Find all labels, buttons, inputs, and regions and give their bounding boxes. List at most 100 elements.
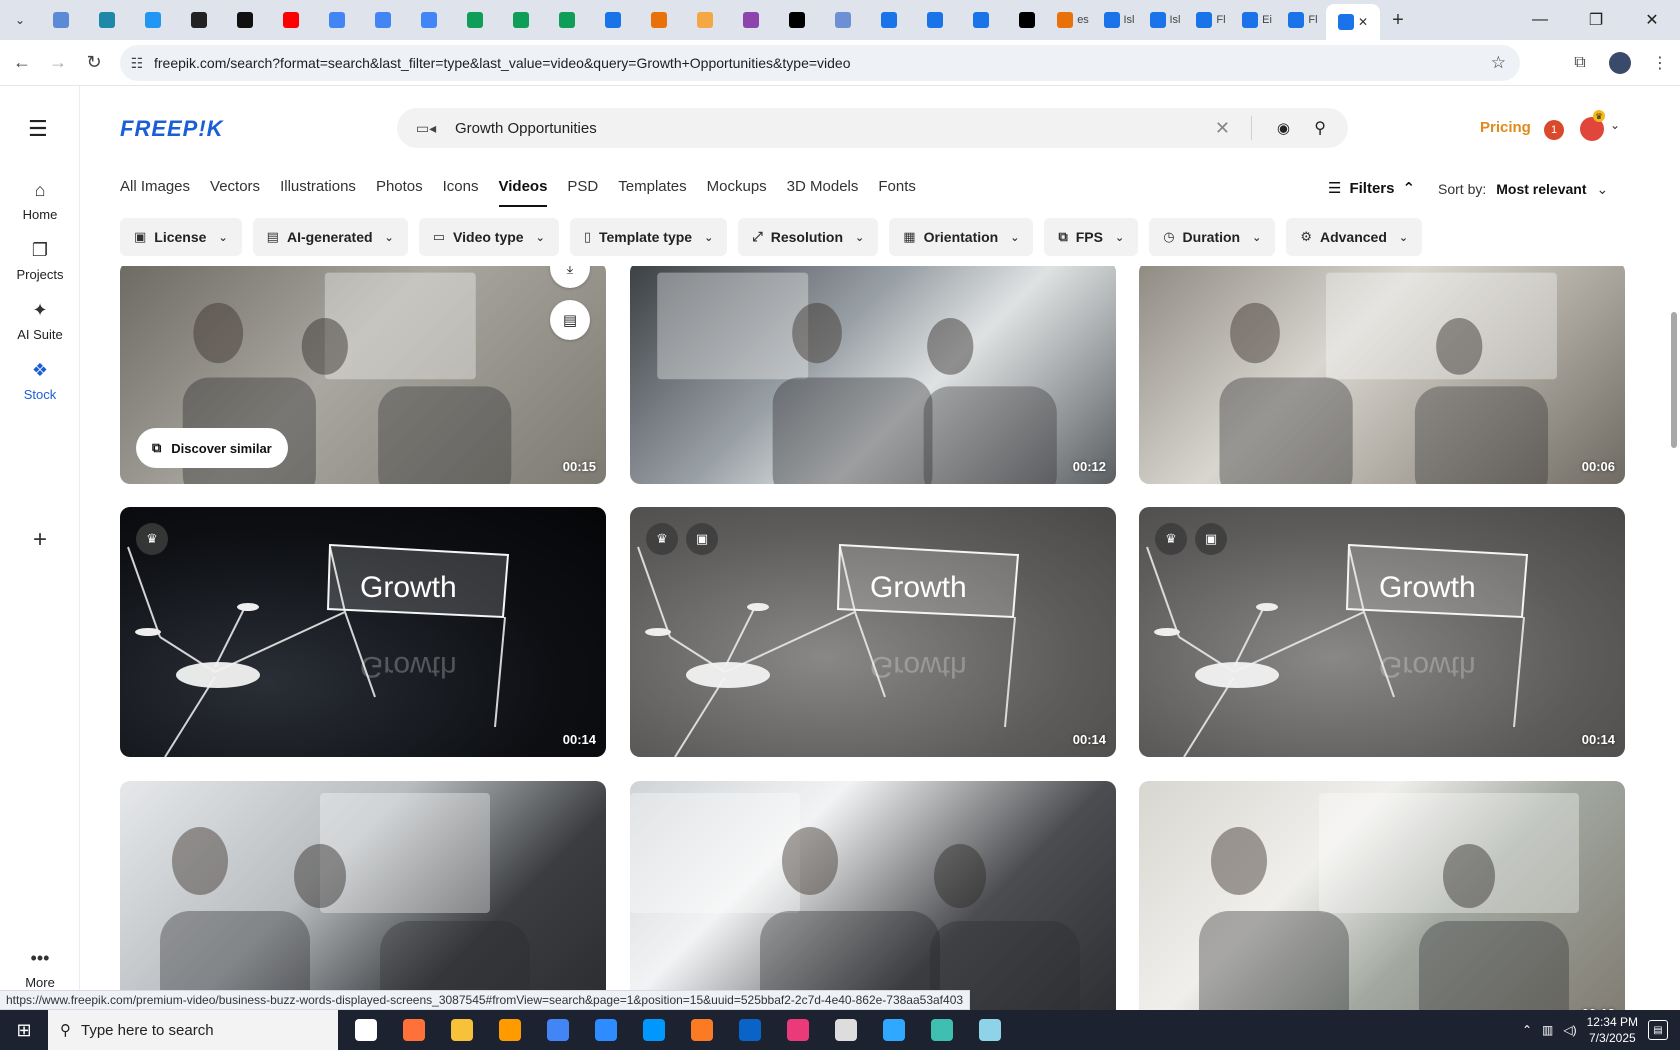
notifications-icon[interactable]: ▤	[1648, 1020, 1668, 1040]
creative-cloud-icon[interactable]	[774, 1010, 822, 1050]
tab-search-chevron-icon[interactable]: ⌄	[6, 6, 34, 34]
filter-duration[interactable]: ◷ Duration ⌄	[1149, 218, 1276, 256]
premium-crown-icon[interactable]: ♛	[646, 523, 678, 555]
browser-tab[interactable]	[130, 4, 176, 36]
windows-start-icon[interactable]: ⊞	[0, 1010, 48, 1050]
minimize-icon[interactable]: —	[1512, 0, 1568, 40]
filter-license[interactable]: ▣ License ⌄	[120, 218, 242, 256]
tab-videos[interactable]: Videos	[498, 178, 548, 207]
tab-fonts[interactable]: Fonts	[878, 178, 916, 207]
search-icon[interactable]: ⚲	[1314, 118, 1326, 138]
page-scrollbar[interactable]	[1668, 86, 1680, 998]
browser-tab[interactable]	[498, 4, 544, 36]
premium-crown-icon[interactable]: ♛	[136, 523, 168, 555]
rail-item-projects[interactable]: ❐ Projects	[0, 240, 80, 282]
tab-illustrations[interactable]: Illustrations	[280, 178, 356, 207]
video-result-card[interactable]: 00:12	[630, 266, 1116, 484]
browser-tab[interactable]	[452, 4, 498, 36]
back-icon[interactable]: ←	[4, 45, 40, 81]
browser-tab[interactable]	[636, 4, 682, 36]
filter-fps[interactable]: ⧉ FPS ⌄	[1044, 218, 1139, 256]
vscode-icon[interactable]	[630, 1010, 678, 1050]
outlook-icon[interactable]	[726, 1010, 774, 1050]
filter-ai-generated[interactable]: ▤ AI-generated ⌄	[252, 218, 408, 256]
clock[interactable]: 12:34 PM 7/3/2025	[1587, 1014, 1638, 1046]
extensions-icon[interactable]: ⧉	[1560, 54, 1600, 72]
tab-mockups[interactable]: Mockups	[707, 178, 767, 207]
ai-generated-icon[interactable]: ▣	[1195, 523, 1227, 555]
browser-tab[interactable]: Isl	[1096, 4, 1142, 36]
browser-tab[interactable]	[912, 4, 958, 36]
task-view-icon[interactable]	[342, 1010, 390, 1050]
filter-resolution[interactable]: ⤢ Resolution ⌄	[738, 218, 879, 256]
tab-templates[interactable]: Templates	[618, 178, 686, 207]
omnibox[interactable]: ☷ freepik.com/search?format=search&last_…	[120, 45, 1520, 81]
browser-tab[interactable]	[590, 4, 636, 36]
search-bar[interactable]: ▭◂ Growth Opportunities ✕ ◉ ⚲	[397, 108, 1348, 148]
video-result-card[interactable]: 00:06	[1139, 266, 1625, 484]
firefox-icon[interactable]	[390, 1010, 438, 1050]
tab-psd[interactable]: PSD	[567, 178, 598, 207]
photoshop-icon[interactable]	[870, 1010, 918, 1050]
file-explorer-icon[interactable]	[438, 1010, 486, 1050]
filter-advanced[interactable]: ⚙ Advanced ⌄	[1286, 218, 1423, 256]
browser-tab[interactable]	[728, 4, 774, 36]
zoom-icon[interactable]	[582, 1010, 630, 1050]
discover-similar-button[interactable]: ⧉ Discover similar	[136, 428, 288, 468]
bookmark-star-icon[interactable]: ☆	[1491, 53, 1506, 73]
clear-search-icon[interactable]: ✕	[1215, 118, 1230, 139]
hamburger-menu-icon[interactable]: ☰	[28, 116, 48, 142]
browser-tab[interactable]	[268, 4, 314, 36]
browser-tab[interactable]	[38, 4, 84, 36]
taskbar-search[interactable]: ⚲ Type here to search	[48, 1010, 338, 1050]
maximize-icon[interactable]: ❐	[1568, 0, 1624, 40]
volume-icon[interactable]: ◁)	[1563, 1023, 1576, 1037]
notification-badge[interactable]: 1	[1544, 120, 1564, 140]
app-icon[interactable]	[918, 1010, 966, 1050]
tab-all-images[interactable]: All Images	[120, 178, 190, 207]
browser-tab[interactable]: Isl	[1142, 4, 1188, 36]
forward-icon[interactable]: →	[40, 45, 76, 81]
xampp-icon[interactable]	[678, 1010, 726, 1050]
tab-icons[interactable]: Icons	[443, 178, 479, 207]
scrollbar-thumb[interactable]	[1671, 312, 1677, 448]
tab-photos[interactable]: Photos	[376, 178, 423, 207]
rail-item-more[interactable]: ••• More	[0, 948, 80, 990]
browser-tab[interactable]	[544, 4, 590, 36]
video-result-card[interactable]: Growth Growth ♛ ▣ 00:14	[1139, 507, 1625, 757]
chrome-icon[interactable]	[534, 1010, 582, 1050]
close-tab-icon[interactable]: ✕	[1358, 15, 1368, 29]
browser-tab[interactable]	[682, 4, 728, 36]
browser-tab[interactable]	[958, 4, 1004, 36]
close-window-icon[interactable]: ✕	[1624, 0, 1680, 40]
browser-tab[interactable]	[406, 4, 452, 36]
tray-chevron-icon[interactable]: ⌃	[1522, 1023, 1532, 1037]
freepik-logo[interactable]: FREEP!K	[120, 116, 224, 142]
illustrator-icon[interactable]	[486, 1010, 534, 1050]
filters-toggle-button[interactable]: ☰ Filters ⌃	[1328, 179, 1415, 198]
sort-dropdown[interactable]: Sort by: Most relevant ⌄	[1438, 181, 1608, 198]
browser-menu-icon[interactable]: ⋮	[1640, 53, 1680, 73]
search-by-image-icon[interactable]: ◉	[1277, 119, 1290, 137]
search-input[interactable]: Growth Opportunities	[455, 120, 597, 137]
video-result-card[interactable]: Growth Growth ♛ ▣ 00:14	[630, 507, 1116, 757]
pen-tool-icon[interactable]	[822, 1010, 870, 1050]
browser-tab[interactable]	[866, 4, 912, 36]
browser-tab[interactable]: es	[1050, 4, 1096, 36]
browser-tab[interactable]	[84, 4, 130, 36]
profile-avatar[interactable]	[1600, 52, 1640, 74]
browser-tab[interactable]: Fl	[1188, 4, 1234, 36]
browser-tab[interactable]	[820, 4, 866, 36]
video-result-card[interactable]: 00:18	[1139, 781, 1625, 1010]
browser-tab[interactable]	[360, 4, 406, 36]
site-settings-icon[interactable]: ☷	[120, 55, 154, 72]
filter-orientation[interactable]: ▦ Orientation ⌄	[889, 218, 1034, 256]
filter-template-type[interactable]: ▯ Template type ⌄	[569, 218, 728, 256]
active-browser-tab[interactable]: ✕	[1326, 4, 1380, 40]
video-result-card[interactable]: Growth Growth ♛ 00:14	[120, 507, 606, 757]
browser-tab[interactable]: Fl	[1280, 4, 1326, 36]
save-to-collection-icon[interactable]: ▤	[550, 300, 590, 340]
pricing-link[interactable]: Pricing	[1480, 119, 1531, 136]
video-result-card[interactable]	[630, 781, 1116, 1010]
notes-icon[interactable]	[966, 1010, 1014, 1050]
